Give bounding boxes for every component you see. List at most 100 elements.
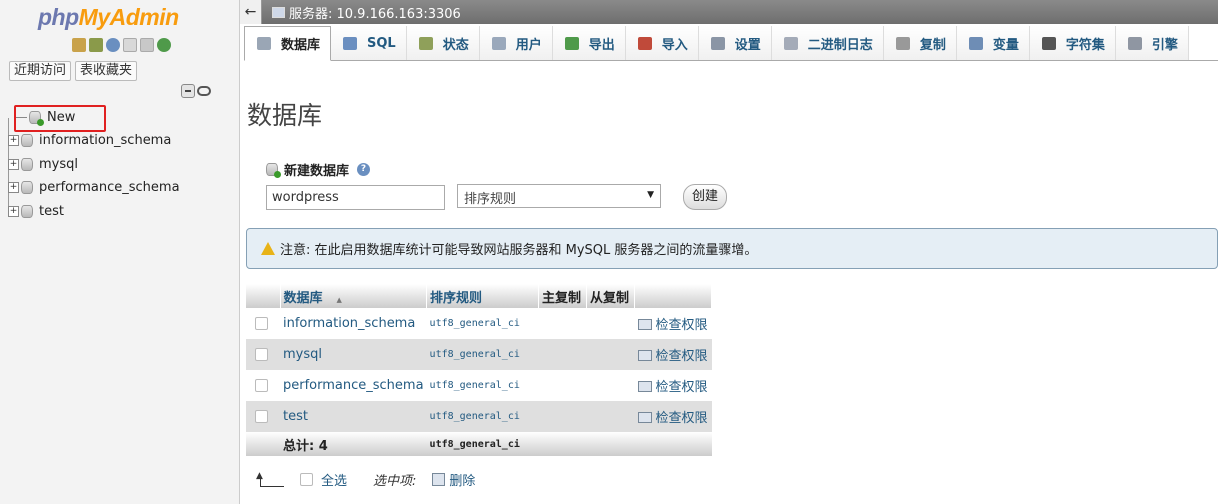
create-button[interactable]: 创建 — [683, 184, 727, 210]
header-slave: 从复制 — [586, 284, 636, 308]
tab-replication[interactable]: 复制 — [883, 26, 957, 60]
select-all-checkbox[interactable] — [300, 473, 313, 486]
header-database[interactable]: 数据库 ▲ — [280, 284, 428, 308]
page-title: 数据库 — [247, 101, 323, 130]
row-checkbox[interactable] — [255, 379, 268, 392]
server-icon — [272, 6, 285, 18]
tab-binlog[interactable]: 二进制日志 — [771, 26, 884, 60]
header-checkbox-cell — [246, 284, 281, 308]
expand-icon[interactable]: + — [8, 134, 19, 146]
collapse-all-icon[interactable] — [181, 84, 195, 98]
tab-variables[interactable]: 变量 — [956, 26, 1030, 60]
tab-engines[interactable]: 引擎 — [1115, 26, 1189, 60]
check-privileges-link[interactable]: 检查权限 — [634, 308, 712, 339]
check-privileges-label: 检查权限 — [655, 411, 708, 426]
database-name-input[interactable] — [266, 185, 445, 210]
back-arrow-icon[interactable]: ← — [240, 0, 262, 24]
slave-cell — [586, 339, 635, 370]
tab-users[interactable]: 用户 — [479, 26, 553, 60]
master-cell — [538, 308, 587, 339]
tab-label: 字符集 — [1065, 37, 1105, 53]
check-privileges-link[interactable]: 检查权限 — [634, 401, 712, 432]
create-database-text: 新建数据库 — [284, 164, 350, 179]
tab-import[interactable]: 导入 — [625, 26, 699, 60]
row-checkbox[interactable] — [255, 348, 268, 361]
privileges-icon — [637, 381, 652, 392]
check-privileges-link[interactable]: 检查权限 — [634, 370, 712, 401]
tab-charsets[interactable]: 字符集 — [1029, 26, 1116, 60]
checkbox-cell — [246, 308, 280, 339]
tab-databases[interactable]: 数据库 — [244, 26, 332, 61]
database-name-link[interactable]: performance_schema — [280, 370, 427, 401]
tab-settings[interactable]: 设置 — [698, 26, 772, 60]
database-icon — [21, 204, 33, 218]
delete-icon[interactable] — [432, 473, 446, 486]
tree-item-label: test — [39, 203, 64, 219]
slave-cell — [586, 370, 635, 401]
privileges-icon — [637, 319, 652, 330]
docs-icon[interactable] — [123, 38, 137, 52]
import-icon — [637, 36, 652, 50]
logout-icon[interactable] — [89, 38, 103, 52]
database-icon — [21, 133, 33, 147]
database-icon — [21, 180, 33, 194]
notice-text: 注意: 在此启用数据库统计可能导致网站服务器和 MySQL 服务器之间的流量骤增… — [280, 243, 758, 258]
tab-label: SQL — [367, 35, 396, 51]
header-collation[interactable]: 排序规则 — [426, 284, 540, 308]
database-name-link[interactable]: information_schema — [280, 308, 427, 339]
tab-export[interactable]: 导出 — [552, 26, 626, 60]
row-checkbox[interactable] — [255, 410, 268, 423]
tree-item-label: performance_schema — [39, 179, 180, 195]
delete-button[interactable]: 删除 — [449, 470, 475, 489]
collation-select-value: 排序规则 — [464, 192, 517, 207]
tab-status[interactable]: 状态 — [406, 26, 480, 60]
warning-icon — [261, 242, 275, 255]
collation-select[interactable]: 排序规则 ▼ — [457, 184, 661, 208]
select-all-label[interactable]: 全选 — [321, 470, 347, 489]
users-icon — [491, 36, 506, 50]
row-checkbox[interactable] — [255, 317, 268, 330]
help-icon[interactable] — [106, 38, 120, 52]
charset-icon — [1041, 36, 1056, 50]
tab-label: 数据库 — [281, 38, 321, 53]
bulk-actions-bar: ▲ 全选 选中项: 删除 — [256, 470, 475, 489]
reload-icon[interactable] — [157, 38, 171, 52]
check-privileges-link[interactable]: 检查权限 — [634, 339, 712, 370]
server-label[interactable]: 服务器: 10.9.166.163:3306 — [289, 3, 461, 22]
navigation-panel: phpMyAdmin 近期访问 表收藏夹 New + information_s… — [0, 0, 240, 504]
tree-item-test[interactable]: + test — [8, 201, 64, 221]
sort-ascending-icon[interactable]: ▲ — [337, 296, 342, 304]
expand-icon[interactable]: + — [8, 158, 19, 170]
tab-label: 二进制日志 — [807, 37, 873, 53]
expand-icon[interactable]: + — [8, 181, 19, 193]
tree-item-information-schema[interactable]: + information_schema — [8, 130, 171, 150]
settings-icon[interactable] — [140, 38, 154, 52]
header-actions — [634, 284, 712, 308]
table-total-row: 总计: 4 utf8_general_ci — [246, 432, 712, 456]
table-row: information_schema utf8_general_ci 检查权限 — [246, 308, 712, 339]
tree-item-performance-schema[interactable]: + performance_schema — [8, 177, 180, 197]
home-icon[interactable] — [72, 38, 86, 52]
header-slave-label: 从复制 — [590, 290, 630, 306]
master-cell — [538, 370, 587, 401]
expand-icon[interactable]: + — [8, 205, 19, 217]
collation-cell: utf8_general_ci — [426, 308, 539, 339]
tree-item-mysql[interactable]: + mysql — [8, 154, 78, 174]
quick-icons — [72, 38, 171, 52]
check-privileges-label: 检查权限 — [655, 380, 708, 395]
tree-item-label: mysql — [39, 156, 78, 172]
tab-sql[interactable]: SQL — [331, 26, 407, 60]
phpmyadmin-logo[interactable]: phpMyAdmin — [38, 4, 179, 31]
database-icon — [21, 157, 33, 171]
export-icon — [564, 36, 579, 50]
recent-button[interactable]: 近期访问 — [9, 61, 72, 81]
privileges-icon — [637, 350, 652, 361]
total-slave-cell — [586, 432, 635, 456]
link-with-main-icon[interactable] — [197, 86, 211, 96]
help-icon[interactable]: ? — [357, 163, 371, 176]
favorites-button[interactable]: 表收藏夹 — [75, 61, 138, 81]
database-name-link[interactable]: mysql — [280, 339, 427, 370]
database-icon — [257, 37, 271, 50]
database-name-link[interactable]: test — [280, 401, 427, 432]
collation-cell: utf8_general_ci — [426, 339, 539, 370]
